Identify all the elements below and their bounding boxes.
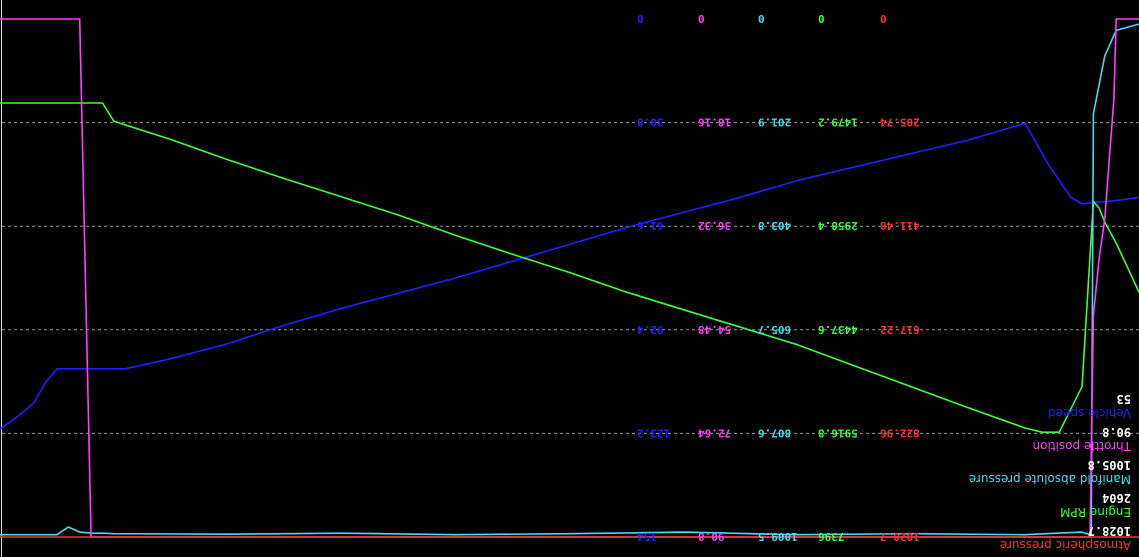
series-lines: [0, 18, 1139, 538]
tick-label-engine-rpm: 1479.2: [818, 116, 858, 129]
tick-label-manifold-absolute-pressure: 0: [758, 12, 765, 25]
tick-label-atmospheric-pressure: 0: [880, 12, 887, 25]
tick-label-engine-rpm: 4437.6: [818, 323, 858, 336]
legend-name-atmospheric-pressure: Atmospheric pressure: [1000, 538, 1131, 552]
tick-label-manifold-absolute-pressure: 605.7: [758, 323, 791, 336]
tick-label-throttle-position: 0: [698, 12, 705, 25]
series-line-throttle-position: [0, 18, 1139, 538]
series-line-engine-rpm: [0, 102, 1139, 433]
chart-area: 1028.7 822.96 617.22 411.48 205.74 0 7396 5916.…: [0, 0, 1139, 557]
data-log-chart: 1028.7 822.96 617.22 411.48 205.74 0 7396 5916.…: [0, 0, 1139, 557]
legend-value-vehicle-speed: 53: [1117, 392, 1131, 406]
tick-label-vehicle-speed: 30.8: [637, 116, 664, 129]
tick-label-engine-rpm: 2958.4: [818, 219, 858, 232]
tick-label-atmospheric-pressure: 822.96: [880, 426, 920, 439]
legend-name-manifold-absolute-pressure: Manifold absolute pressure: [969, 472, 1131, 486]
tick-label-engine-rpm: 7396: [818, 530, 845, 543]
tick-label-throttle-position: 18.16: [698, 116, 731, 129]
tick-label-vehicle-speed: 154: [637, 530, 657, 543]
tick-label-engine-rpm: 0: [818, 12, 825, 25]
tick-label-manifold-absolute-pressure: 403.8: [758, 219, 791, 232]
legend-value-engine-rpm: 2604: [1102, 491, 1131, 505]
tick-label-atmospheric-pressure: 617.22: [880, 323, 920, 336]
legend-value-manifold-absolute-pressure: 1005.8: [1088, 458, 1131, 472]
tick-label-manifold-absolute-pressure: 807.6: [758, 426, 791, 439]
legend-name-vehicle-speed: Vehicle speed: [1048, 406, 1131, 420]
legend-name-throttle-position: Throttle position: [1033, 439, 1132, 453]
grid: [0, 122, 1139, 434]
tick-label-manifold-absolute-pressure: 201.9: [758, 116, 791, 129]
tick-label-atmospheric-pressure: 205.74: [880, 116, 920, 129]
legend-value-throttle-position: 90.8: [1102, 425, 1131, 439]
tick-label-vehicle-speed: 92.4: [637, 323, 664, 336]
tick-label-vehicle-speed: 0: [637, 12, 644, 25]
tick-label-manifold-absolute-pressure: 1009.5: [758, 530, 798, 543]
tick-label-atmospheric-pressure: 411.48: [880, 219, 920, 232]
tick-label-throttle-position: 54.48: [698, 323, 731, 336]
tick-label-vehicle-speed: 123.2: [637, 426, 670, 439]
tick-label-throttle-position: 72.64: [698, 426, 731, 439]
tick-label-engine-rpm: 5916.8: [818, 426, 858, 439]
tick-label-throttle-position: 90.8: [698, 530, 725, 543]
tick-label-vehicle-speed: 61.6: [637, 219, 664, 232]
series-line-vehicle-speed: [0, 122, 1139, 431]
series-line-manifold-absolute-pressure: [0, 23, 1139, 536]
tick-label-atmospheric-pressure: 1028.7: [880, 530, 920, 543]
legend-name-engine-rpm: Engine RPM: [1060, 505, 1131, 519]
axis-ticks: 1028.7 822.96 617.22 411.48 205.74 0 7396 5916.…: [637, 12, 920, 543]
legend-value-atmospheric-pressure: 1028.7: [1088, 524, 1131, 538]
tick-label-throttle-position: 36.32: [698, 219, 731, 232]
